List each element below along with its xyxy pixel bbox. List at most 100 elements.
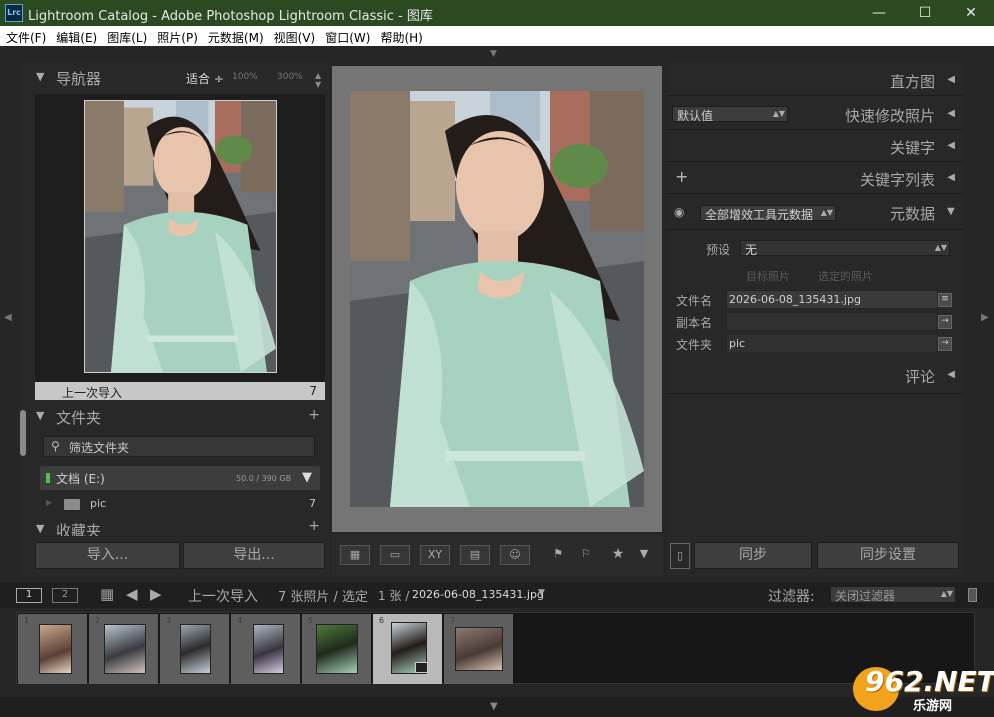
keyword-list-header[interactable]: + 关键字列表 ◀ [666, 162, 963, 194]
filmstrip: 1 2 3 4 5 6 7 [16, 612, 975, 684]
import-button[interactable]: 导入... [35, 542, 180, 569]
volume-expand-icon[interactable]: ▼ [302, 470, 312, 485]
right-panel: 直方图 ◀ 默认值 ▲▼ 快速修改照片 ◀ 关键字 ◀ + 关键字列表 ◀ ◉ 全… [666, 62, 963, 576]
primary-window-button[interactable]: 1 [16, 588, 42, 603]
sync-settings-button[interactable]: 同步设置 [817, 542, 959, 569]
preset-select[interactable]: 无 ▲▼ [740, 240, 950, 257]
catalog-source-row[interactable]: 上一次导入 7 [35, 382, 325, 400]
current-filename[interactable]: 2026-06-08_135431.jpg [412, 588, 544, 601]
reject-flag-icon[interactable]: ⚐ [578, 545, 594, 565]
maximize-button[interactable]: ☐ [902, 0, 948, 26]
list-icon[interactable]: ≡ [938, 293, 952, 307]
filmstrip-cell[interactable]: 5 [302, 614, 371, 684]
disclosure-triangle-icon[interactable]: ▶ [46, 498, 52, 507]
zoom-spinner-icon[interactable]: ▲ ▼ [315, 71, 321, 89]
collapse-triangle-icon[interactable]: ▼ [36, 70, 44, 83]
filmstrip-toggle-icon[interactable]: ▼ [490, 701, 498, 712]
folders-header[interactable]: ▼ 文件夹 + [18, 404, 330, 428]
zoom-100-option[interactable]: 100% [232, 72, 258, 82]
zoom-fit-option[interactable]: 适合 ÷ [186, 70, 224, 87]
add-collection-icon[interactable]: + [308, 520, 320, 534]
arrow-right-icon[interactable]: → [938, 337, 952, 351]
right-panel-toggle-icon[interactable]: ▶ [981, 312, 989, 323]
collapse-triangle-icon[interactable]: ◀ [947, 369, 955, 380]
minimize-button[interactable]: — [856, 0, 902, 26]
left-panel-toggle-icon[interactable]: ◀ [4, 312, 12, 323]
secondary-window-button[interactable]: 2 [52, 588, 78, 603]
menu-edit[interactable]: 编辑(E) [50, 26, 101, 46]
metadata-header[interactable]: ◉ 全部增效工具元数据 ▲▼ 元数据 ◀ [666, 196, 963, 230]
menu-view[interactable]: 视图(V) [268, 26, 320, 46]
export-button[interactable]: 导出... [183, 542, 325, 569]
filter-select[interactable]: 关闭过滤器 ▲▼ [830, 586, 956, 603]
filename-field[interactable]: 2026-06-08_135431.jpg [726, 290, 938, 309]
top-panel-toggle-icon[interactable]: ▼ [490, 49, 497, 59]
collapse-triangle-icon[interactable]: ◀ [947, 74, 955, 85]
folder-item-pic[interactable]: ▶ pic 7 [40, 494, 320, 514]
cell-index: 3 [166, 616, 172, 625]
star-rating-icon[interactable]: ★ [608, 545, 628, 565]
folder-filter-input[interactable]: ⚲ 筛选文件夹 [43, 436, 315, 457]
filmstrip-cell[interactable]: 4 [231, 614, 300, 684]
folder-field[interactable]: pic [726, 334, 938, 353]
close-button[interactable]: ✕ [948, 0, 994, 26]
menu-window[interactable]: 窗口(W) [319, 26, 374, 46]
menu-help[interactable]: 帮助(H) [374, 26, 426, 46]
zoom-300-option[interactable]: 300% [277, 72, 303, 82]
arrow-right-icon[interactable]: → [938, 315, 952, 329]
menu-library[interactable]: 图库(L) [101, 26, 151, 46]
metadata-preset-select[interactable]: 全部增效工具元数据 ▲▼ [700, 205, 836, 222]
grid-icon[interactable]: ▦ [100, 585, 114, 603]
menu-metadata[interactable]: 元数据(M) [202, 26, 268, 46]
quick-develop-preset-select[interactable]: 默认值 ▲▼ [672, 106, 788, 123]
site-watermark-logo: 962.NET 乐游网 [853, 665, 994, 714]
filmstrip-cell[interactable]: 1 [18, 614, 87, 684]
filmstrip-cell[interactable]: 7 [444, 614, 513, 684]
navigator-preview[interactable] [35, 94, 325, 382]
volume-row[interactable]: 文档 (E:) 50.0 / 390 GB ▼ [40, 466, 320, 490]
people-view-icon[interactable]: ☺ [500, 545, 530, 565]
filter-label: 过滤器: [768, 589, 815, 605]
collections-header[interactable]: ▼ 收藏夹 + [18, 520, 330, 536]
back-arrow-icon[interactable]: ◀ [126, 585, 138, 603]
flag-icon[interactable]: ⚑ [550, 545, 566, 565]
collapse-triangle-icon[interactable]: ▼ [36, 522, 44, 535]
compare-view-icon[interactable]: XY [420, 545, 450, 565]
loupe-view-icon[interactable]: ▭ [380, 545, 410, 565]
forward-arrow-icon[interactable]: ▶ [150, 585, 162, 603]
target-photo-tab[interactable]: 目标照片 [746, 268, 790, 284]
comments-header[interactable]: 评论 ◀ [666, 360, 963, 394]
filmstrip-source[interactable]: 上一次导入 [188, 586, 258, 606]
copyname-field[interactable] [726, 312, 938, 331]
eye-icon[interactable]: ◉ [674, 205, 684, 219]
filmstrip-cell[interactable]: 3 [160, 614, 229, 684]
expand-triangle-icon[interactable]: ◀ [946, 208, 957, 216]
collapse-triangle-icon[interactable]: ▼ [36, 409, 44, 422]
histogram-header[interactable]: 直方图 ◀ [666, 64, 963, 96]
metadata-panel: 预设 无 ▲▼ 目标照片 选定的照片 文件名 2026-06-08_135431.… [668, 230, 958, 360]
add-folder-icon[interactable]: + [308, 407, 320, 423]
menu-file[interactable]: 文件(F) [0, 26, 50, 46]
sync-button[interactable]: 同步 [694, 542, 812, 569]
quick-develop-header[interactable]: 默认值 ▲▼ 快速修改照片 ◀ [666, 98, 963, 130]
main-photo[interactable] [350, 91, 644, 507]
filter-lock-icon[interactable] [968, 588, 977, 602]
collapse-triangle-icon[interactable]: ◀ [947, 140, 955, 151]
filename-dropdown-icon[interactable]: ▼ [538, 588, 545, 598]
collapse-triangle-icon[interactable]: ◀ [947, 108, 955, 119]
filmstrip-cell-selected[interactable]: 6 [373, 614, 442, 684]
navigator-header[interactable]: ▼ 导航器 适合 ÷ 100% 300% ▲ ▼ [18, 65, 330, 89]
loupe-view[interactable] [332, 66, 662, 532]
keywording-header[interactable]: 关键字 ◀ [666, 130, 963, 162]
navigator-thumbnail[interactable] [84, 100, 277, 373]
collapse-triangle-icon[interactable]: ◀ [947, 172, 955, 183]
add-keyword-icon[interactable]: + [675, 167, 688, 186]
survey-view-icon[interactable]: ▤ [460, 545, 490, 565]
grid-view-icon[interactable]: ▦ [340, 545, 370, 565]
selected-photos-tab[interactable]: 选定的照片 [818, 268, 873, 284]
spinner-icon: ▲▼ [772, 109, 785, 118]
toolbar-menu-icon[interactable]: ▼ [634, 545, 654, 565]
menu-photo[interactable]: 照片(P) [151, 26, 202, 46]
filmstrip-cell[interactable]: 2 [89, 614, 158, 684]
sync-switch-icon[interactable]: ▯ [670, 543, 690, 569]
